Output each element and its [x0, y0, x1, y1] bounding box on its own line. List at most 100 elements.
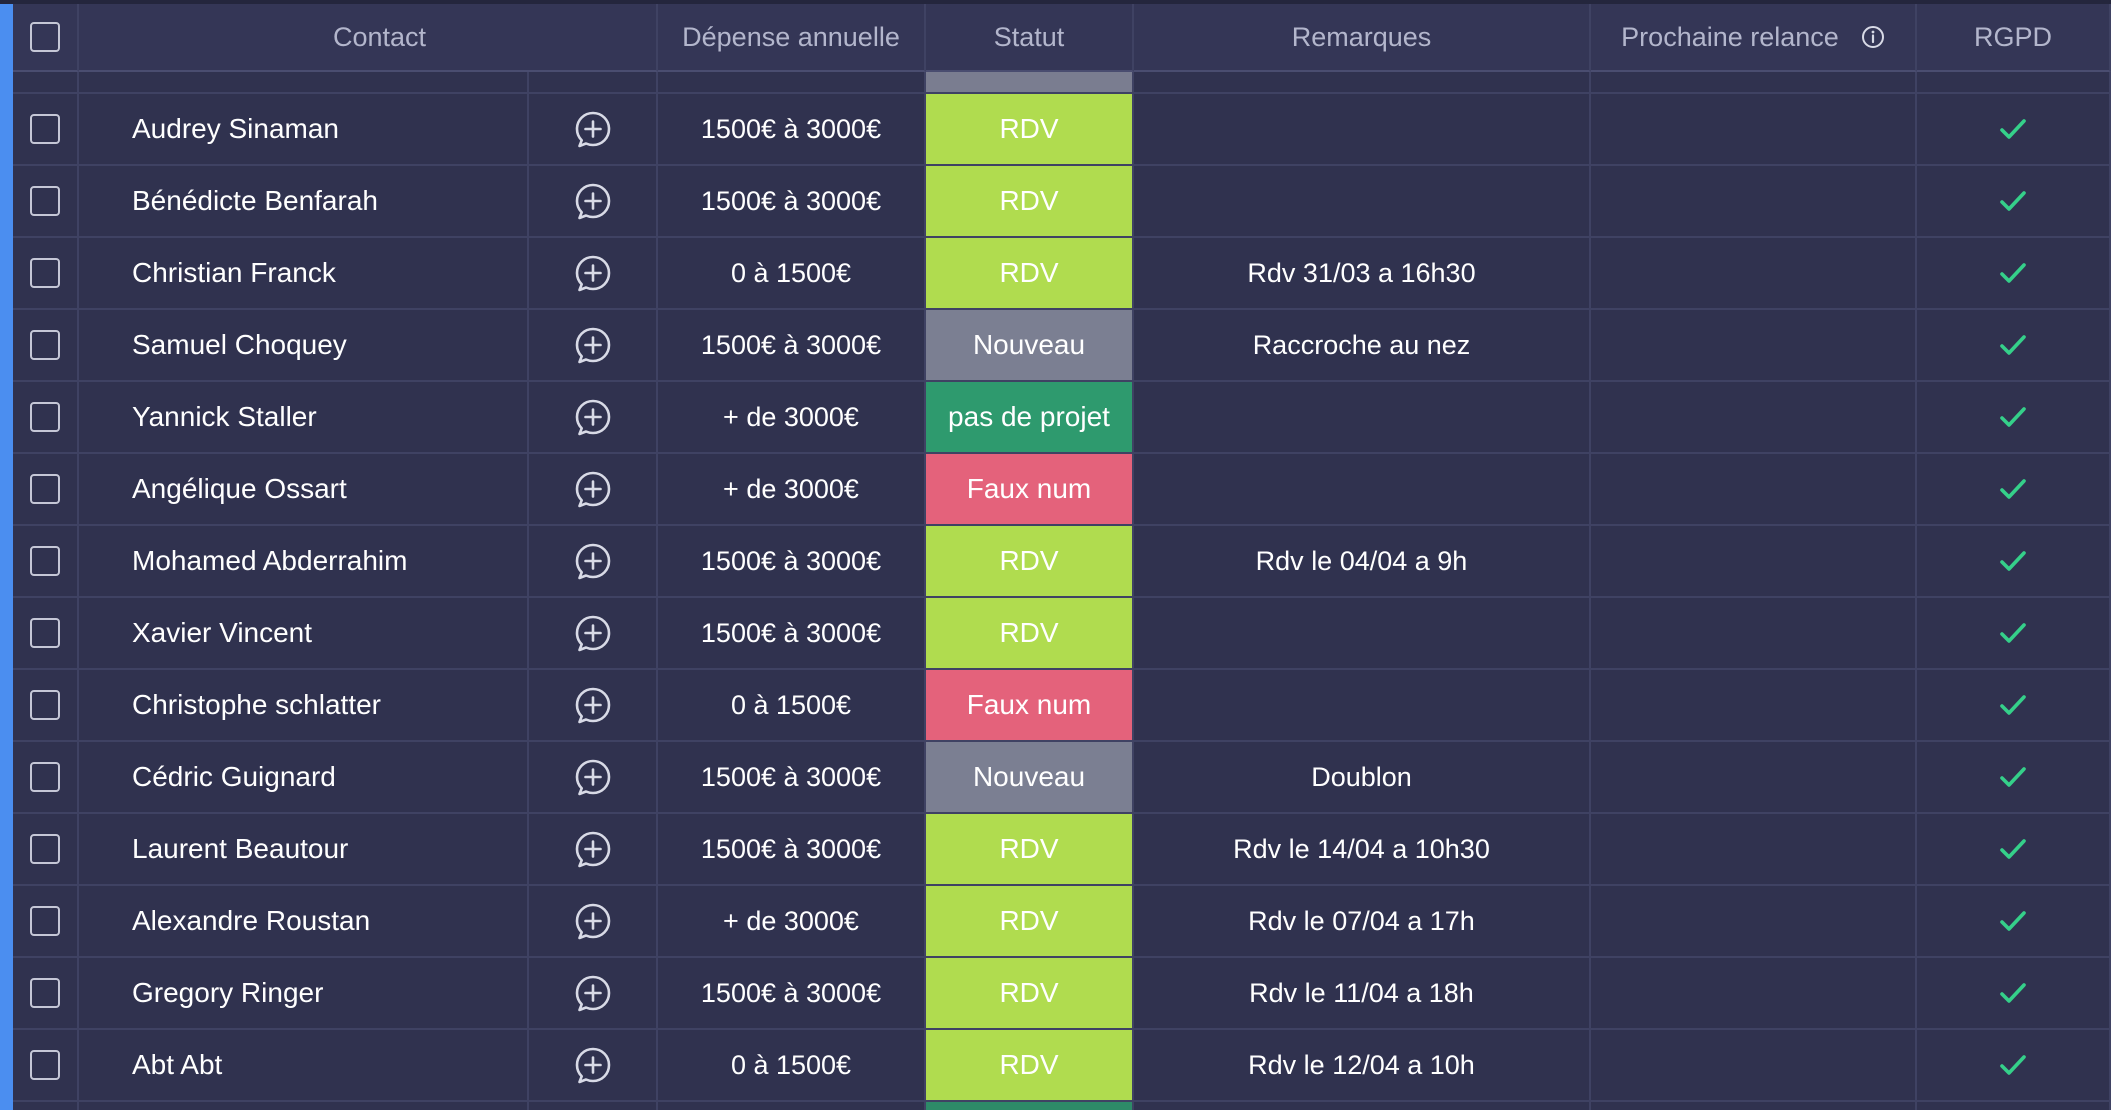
row-checkbox[interactable]	[30, 690, 60, 720]
row-checkbox[interactable]	[30, 906, 60, 936]
row-checkbox[interactable]	[30, 546, 60, 576]
rgpd-cell[interactable]	[1917, 814, 2111, 886]
row-checkbox[interactable]	[30, 114, 60, 144]
rgpd-cell[interactable]	[1917, 238, 2111, 310]
depense-cell[interactable]: 1500€ à 3000€	[658, 742, 926, 814]
contact-name[interactable]: Mohamed Abderrahim	[79, 526, 529, 598]
remarque-cell[interactable]: Rdv le 12/04 a 10h	[1134, 1030, 1591, 1102]
column-header-remarques[interactable]: Remarques	[1134, 4, 1591, 72]
row-checkbox[interactable]	[30, 258, 60, 288]
add-update-icon[interactable]	[573, 829, 613, 869]
add-update-icon[interactable]	[573, 901, 613, 941]
contact-name[interactable]: Alexandre Roustan	[79, 886, 529, 958]
column-header-contact[interactable]: Contact	[79, 4, 658, 72]
rgpd-cell[interactable]	[1917, 454, 2111, 526]
row-checkbox[interactable]	[30, 186, 60, 216]
status-badge[interactable]: Nouveau	[926, 742, 1134, 814]
relance-cell[interactable]	[1591, 310, 1917, 382]
add-update-icon[interactable]	[573, 1045, 613, 1085]
add-update-icon[interactable]	[573, 685, 613, 725]
add-update-icon[interactable]	[573, 397, 613, 437]
add-update-icon[interactable]	[573, 973, 613, 1013]
depense-cell[interactable]: 1500€ à 3000€	[658, 958, 926, 1030]
depense-cell[interactable]: 1500€ à 3000€	[658, 598, 926, 670]
contact-name[interactable]: Christian Franck	[79, 238, 529, 310]
status-badge[interactable]: RDV	[926, 238, 1134, 310]
row-checkbox[interactable]	[30, 762, 60, 792]
remarque-cell[interactable]: Rdv 31/03 a 16h30	[1134, 238, 1591, 310]
status-badge[interactable]: RDV	[926, 1030, 1134, 1102]
add-update-icon[interactable]	[573, 469, 613, 509]
add-update-icon[interactable]	[573, 253, 613, 293]
add-update-icon[interactable]	[573, 757, 613, 797]
rgpd-cell[interactable]	[1917, 382, 2111, 454]
contact-name[interactable]: Yannick Staller	[79, 382, 529, 454]
contact-name[interactable]: Cédric Guignard	[79, 742, 529, 814]
relance-cell[interactable]	[1591, 886, 1917, 958]
row-checkbox[interactable]	[30, 834, 60, 864]
rgpd-cell[interactable]	[1917, 1030, 2111, 1102]
add-update-icon[interactable]	[573, 181, 613, 221]
relance-cell[interactable]	[1591, 94, 1917, 166]
remarque-cell[interactable]: Doublon	[1134, 742, 1591, 814]
row-checkbox[interactable]	[30, 402, 60, 432]
column-header-rgpd[interactable]: RGPD	[1917, 4, 2111, 72]
depense-cell[interactable]: + de 3000€	[658, 454, 926, 526]
remarque-cell[interactable]: Rdv le 07/04 a 17h	[1134, 886, 1591, 958]
relance-cell[interactable]	[1591, 670, 1917, 742]
status-badge[interactable]: pas de projet	[926, 382, 1134, 454]
depense-cell[interactable]: 1500€ à 3000€	[658, 310, 926, 382]
depense-cell[interactable]: 0 à 1500€	[658, 238, 926, 310]
relance-cell[interactable]	[1591, 526, 1917, 598]
relance-cell[interactable]	[1591, 454, 1917, 526]
remarque-cell[interactable]	[1134, 598, 1591, 670]
contact-name[interactable]: Angélique Ossart	[79, 454, 529, 526]
rgpd-cell[interactable]	[1917, 742, 2111, 814]
rgpd-cell[interactable]	[1917, 958, 2111, 1030]
remarque-cell[interactable]	[1134, 94, 1591, 166]
relance-cell[interactable]	[1591, 166, 1917, 238]
relance-cell[interactable]	[1591, 1030, 1917, 1102]
status-badge[interactable]: Faux num	[926, 670, 1134, 742]
remarque-cell[interactable]	[1134, 166, 1591, 238]
rgpd-cell[interactable]	[1917, 598, 2111, 670]
depense-cell[interactable]: 1500€ à 3000€	[658, 166, 926, 238]
contact-name[interactable]: Bénédicte Benfarah	[79, 166, 529, 238]
depense-cell[interactable]: 1500€ à 3000€	[658, 526, 926, 598]
remarque-cell[interactable]: Rdv le 11/04 a 18h	[1134, 958, 1591, 1030]
status-badge[interactable]: RDV	[926, 814, 1134, 886]
remarque-cell[interactable]	[1134, 454, 1591, 526]
contact-name[interactable]: Audrey Sinaman	[79, 94, 529, 166]
status-badge[interactable]: RDV	[926, 886, 1134, 958]
depense-cell[interactable]: 1500€ à 3000€	[658, 814, 926, 886]
depense-cell[interactable]: 0 à 1500€	[658, 670, 926, 742]
row-checkbox[interactable]	[30, 330, 60, 360]
remarque-cell[interactable]: Rdv le 04/04 a 9h	[1134, 526, 1591, 598]
relance-cell[interactable]	[1591, 238, 1917, 310]
rgpd-cell[interactable]	[1917, 310, 2111, 382]
contact-name[interactable]: Gregory Ringer	[79, 958, 529, 1030]
row-checkbox[interactable]	[30, 474, 60, 504]
status-badge[interactable]: Faux num	[926, 454, 1134, 526]
status-badge[interactable]: RDV	[926, 94, 1134, 166]
status-badge[interactable]: Nouveau	[926, 310, 1134, 382]
contact-name[interactable]: Samuel Choquey	[79, 310, 529, 382]
select-all-checkbox[interactable]	[30, 22, 60, 52]
contact-name[interactable]: Christophe schlatter	[79, 670, 529, 742]
rgpd-cell[interactable]	[1917, 670, 2111, 742]
add-update-icon[interactable]	[573, 613, 613, 653]
row-checkbox[interactable]	[30, 978, 60, 1008]
info-icon[interactable]	[1861, 25, 1885, 49]
depense-cell[interactable]: + de 3000€	[658, 382, 926, 454]
column-header-prochaine-relance[interactable]: Prochaine relance	[1591, 4, 1917, 72]
rgpd-cell[interactable]	[1917, 94, 2111, 166]
depense-cell[interactable]: + de 3000€	[658, 886, 926, 958]
row-checkbox[interactable]	[30, 618, 60, 648]
contact-name[interactable]: Laurent Beautour	[79, 814, 529, 886]
rgpd-cell[interactable]	[1917, 886, 2111, 958]
status-badge[interactable]: RDV	[926, 166, 1134, 238]
relance-cell[interactable]	[1591, 814, 1917, 886]
relance-cell[interactable]	[1591, 958, 1917, 1030]
remarque-cell[interactable]: Rdv le 14/04 a 10h30	[1134, 814, 1591, 886]
remarque-cell[interactable]: Raccroche au nez	[1134, 310, 1591, 382]
